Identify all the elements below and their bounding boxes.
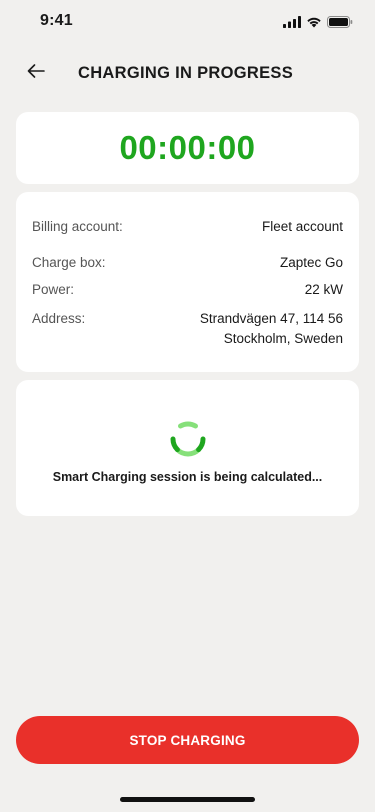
smart-charging-card: Smart Charging session is being calculat… [16,380,359,516]
billing-account-row: Billing account: Fleet account [32,217,343,237]
phone-screen: 9:41 CHARGING IN PROGRESS 00:00:00 Billi… [0,0,375,812]
charge-box-label: Charge box: [32,255,106,270]
billing-account-label: Billing account: [32,219,123,234]
status-bar: 9:41 [0,0,375,44]
address-line-1: Strandvägen 47, 114 56 [199,311,343,326]
calculation-message: Smart Charging session is being calculat… [52,470,323,484]
power-row: Power: 22 kW [32,280,343,300]
page-title: CHARGING IN PROGRESS [78,64,294,82]
back-button[interactable] [20,58,52,88]
status-time: 9:41 [40,12,73,29]
address-row: Address: Strandvägen 47, 114 56 Stockhol… [32,309,343,349]
arrow-left-icon [27,63,45,83]
timer-card: 00:00:00 [16,112,359,184]
loading-spinner-icon [163,414,213,464]
home-indicator [120,797,255,802]
wifi-icon [306,15,322,33]
header: CHARGING IN PROGRESS [0,52,375,94]
stop-charging-label: STOP CHARGING [129,732,246,748]
charge-box-row: Charge box: Zaptec Go [32,253,343,273]
address-label: Address: [32,311,86,326]
billing-account-value: Fleet account [261,219,343,234]
address-value: Strandvägen 47, 114 56 Stockholm, Sweden [200,309,343,349]
signal-icon [283,15,301,33]
power-label: Power: [32,282,75,297]
power-value: 22 kW [304,282,343,297]
battery-icon [327,15,353,33]
stop-charging-button[interactable]: STOP CHARGING [16,716,359,764]
session-details-card: Billing account: Fleet account Charge bo… [16,192,359,372]
status-icons [283,15,353,33]
address-line-2: Stockholm, Sweden [223,331,343,346]
charging-timer: 00:00:00 [119,129,256,166]
charge-box-value: Zaptec Go [279,255,343,270]
